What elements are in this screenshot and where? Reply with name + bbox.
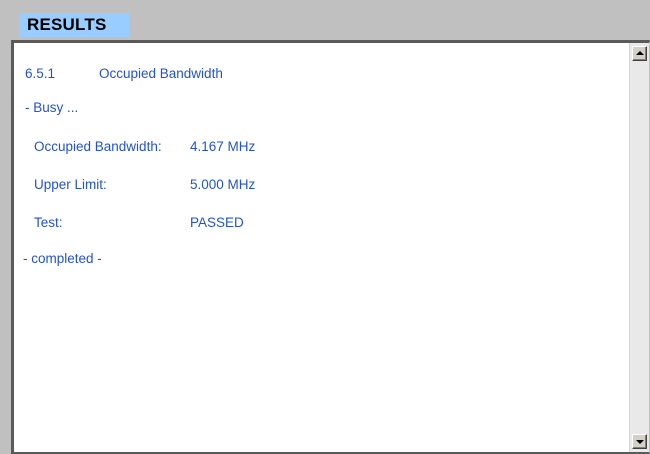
scroll-down-button[interactable]: [632, 434, 647, 449]
result-label-upper-limit: Upper Limit:: [34, 177, 107, 192]
result-value-occupied-bandwidth: 4.167 MHz: [190, 139, 256, 154]
result-value-test: PASSED: [190, 215, 244, 230]
arrow-up-icon: [636, 51, 644, 55]
result-label-occupied-bandwidth: Occupied Bandwidth:: [34, 139, 162, 154]
arrow-down-icon: [636, 440, 644, 444]
vertical-scrollbar[interactable]: [629, 43, 649, 452]
status-completed: - completed -: [23, 251, 102, 266]
result-value-upper-limit: 5.000 MHz: [190, 177, 256, 192]
section-title: Occupied Bandwidth: [99, 66, 223, 81]
results-window: RESULTS 6.5.1 Occupied Bandwidth - Busy …: [0, 0, 650, 454]
result-label-test: Test:: [34, 215, 63, 230]
section-number: 6.5.1: [25, 66, 56, 81]
results-title: RESULTS: [19, 13, 129, 37]
results-content: 6.5.1 Occupied Bandwidth - Busy ... Occu…: [14, 43, 625, 452]
status-busy: - Busy ...: [25, 100, 79, 115]
results-panel: 6.5.1 Occupied Bandwidth - Busy ... Occu…: [11, 40, 650, 454]
scroll-up-button[interactable]: [632, 46, 647, 61]
